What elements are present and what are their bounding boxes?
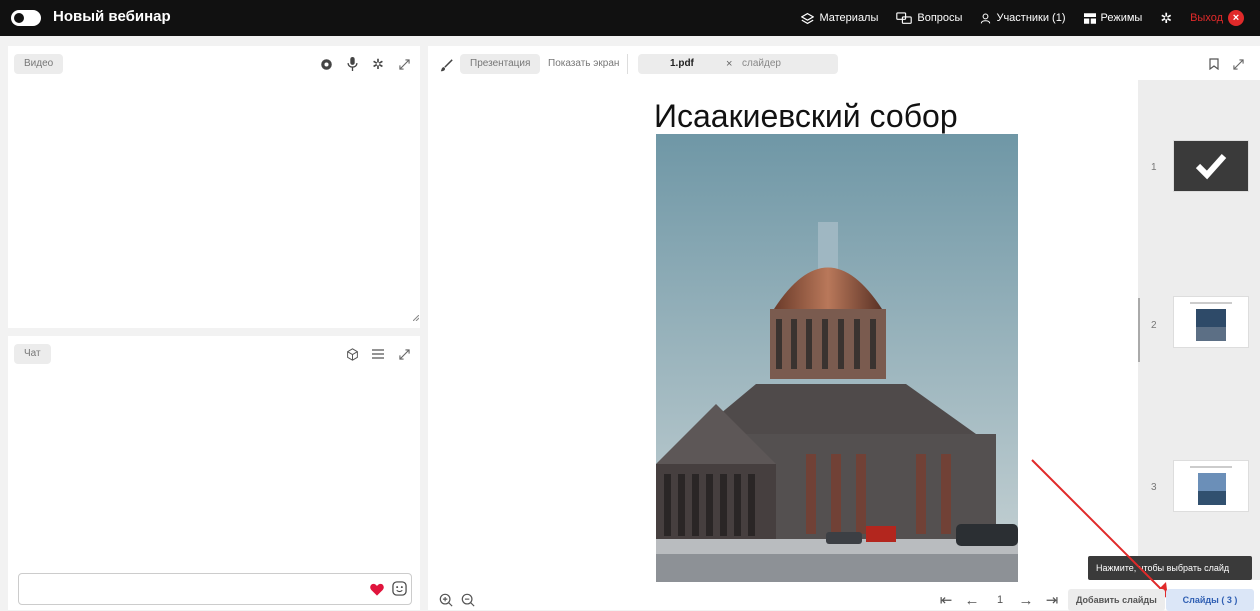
thumbnail-slide-1[interactable] (1173, 140, 1249, 192)
top-navigation: Материалы Вопросы Участники (1) Режимы ✲… (801, 0, 1244, 36)
close-circle-icon: × (1228, 10, 1244, 26)
slide-title: Исаакиевский собор (654, 98, 958, 134)
webinar-title: Новый вебинар (53, 8, 171, 25)
chat-message-input[interactable] (18, 573, 412, 605)
file-tab[interactable]: 1.pdf (670, 54, 694, 74)
brush-icon[interactable] (438, 57, 454, 73)
layout-icon (1083, 12, 1096, 24)
file-tab-bar: 1.pdf × слайдер (638, 54, 838, 74)
page-number[interactable]: 1 (994, 592, 1006, 608)
user-icon (980, 13, 991, 24)
chat-label: Чат (14, 344, 51, 364)
slides-count-button[interactable]: Слайды ( 3 ) (1166, 589, 1254, 611)
expand-icon[interactable] (396, 56, 412, 72)
close-file-icon[interactable]: × (726, 54, 732, 74)
camera-icon[interactable] (318, 56, 334, 72)
heart-icon[interactable] (369, 581, 385, 597)
materials-label: Материалы (819, 12, 879, 24)
participants-label: Участники (1) (996, 12, 1066, 24)
expand-icon[interactable] (396, 346, 412, 362)
settings-button[interactable]: ✲ (1160, 10, 1172, 27)
gear-icon: ✲ (1160, 9, 1173, 26)
tab-divider (627, 54, 628, 74)
presentation-panel: Презентация Показать экран 1.pdf × слайд… (428, 46, 1260, 611)
bookmark-icon[interactable] (1206, 56, 1222, 72)
last-slide-icon[interactable]: ⇥ (1044, 592, 1060, 609)
add-slides-button[interactable]: Добавить слайды (1068, 589, 1165, 611)
modes-label: Режимы (1100, 12, 1143, 24)
expand-icon[interactable] (1230, 56, 1246, 72)
slide-photo (656, 134, 1018, 582)
exit-label: Выход (1190, 12, 1223, 24)
participants-button[interactable]: Участники (1) (980, 12, 1066, 24)
top-bar: Новый вебинар Материалы Вопросы Участник… (0, 0, 1260, 36)
zoom-in-icon[interactable] (438, 592, 454, 608)
menu-toggle[interactable] (11, 10, 41, 26)
emoji-icon[interactable] (391, 580, 407, 596)
previous-slide-icon[interactable]: ← (964, 592, 980, 609)
slider-tab[interactable]: слайдер (742, 54, 781, 74)
red-arrow-annotation (1031, 459, 1168, 598)
thumbnail-number: 2 (1151, 320, 1157, 331)
menu-lines-icon[interactable] (370, 346, 386, 362)
cube-icon[interactable] (344, 346, 360, 362)
resize-handle-icon[interactable] (412, 314, 420, 322)
tab-share-screen[interactable]: Показать экран (538, 54, 629, 74)
chat-panel: Чат (8, 336, 420, 610)
gear-icon[interactable]: ✲ (370, 56, 386, 72)
video-panel: Видео ✲ (8, 46, 420, 328)
layers-icon (801, 12, 815, 25)
thumbnail-scrollbar[interactable] (1138, 298, 1140, 362)
video-label: Видео (14, 54, 64, 74)
microphone-icon[interactable] (344, 56, 360, 72)
chat-bubbles-icon (896, 11, 913, 25)
questions-button[interactable]: Вопросы (896, 11, 963, 25)
questions-label: Вопросы (917, 12, 963, 24)
tab-presentation[interactable]: Презентация (460, 54, 541, 74)
materials-button[interactable]: Материалы (801, 12, 878, 25)
next-slide-icon[interactable]: → (1018, 592, 1034, 609)
modes-button[interactable]: Режимы (1083, 12, 1143, 24)
thumbnail-slide-2[interactable] (1173, 296, 1249, 348)
zoom-out-icon[interactable] (460, 592, 476, 608)
thumbnail-slide-3[interactable] (1173, 460, 1249, 512)
first-slide-icon[interactable]: ⇤ (938, 592, 954, 609)
exit-button[interactable]: Выход × (1190, 10, 1244, 26)
toggle-knob (14, 13, 24, 23)
thumbnail-number: 1 (1151, 162, 1157, 173)
